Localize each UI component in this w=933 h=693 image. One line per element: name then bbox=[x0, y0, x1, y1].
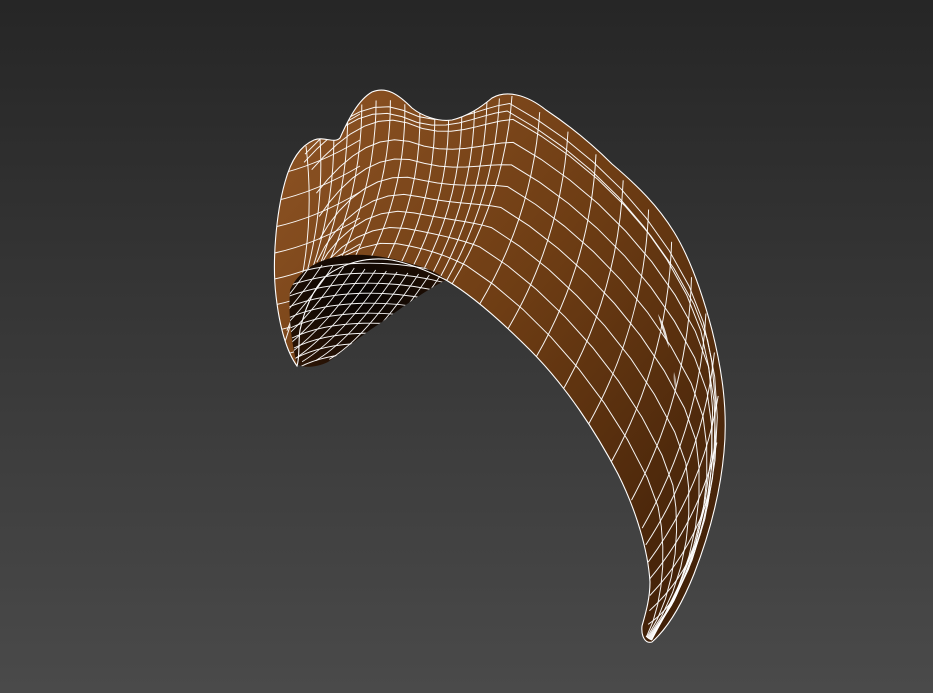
viewport-background bbox=[0, 0, 933, 693]
viewport-canvas[interactable] bbox=[0, 0, 933, 693]
3d-viewport[interactable] bbox=[0, 0, 933, 693]
